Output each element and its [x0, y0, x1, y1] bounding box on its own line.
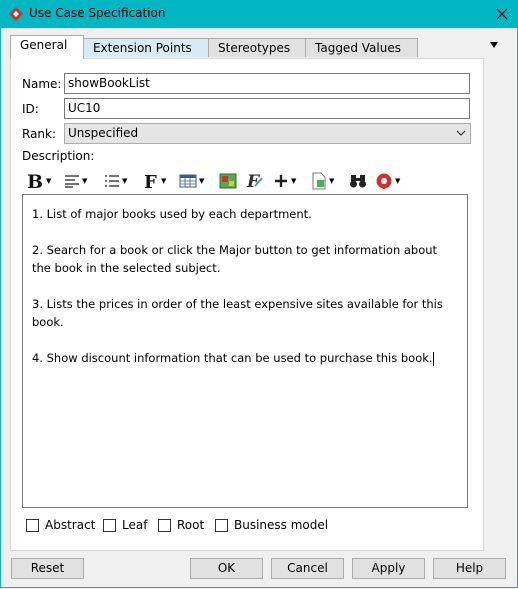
rank-select[interactable]: Unspecified [64, 123, 471, 144]
text-cursor [432, 351, 434, 366]
apply-button[interactable]: Apply [352, 558, 425, 579]
font-icon: F [144, 172, 157, 191]
business-model-label: Business model [234, 518, 329, 532]
image-button[interactable] [219, 170, 237, 192]
align-icon [65, 175, 79, 188]
tab-extension-points[interactable]: Extension Points [83, 38, 209, 57]
table-button[interactable]: ▼ [179, 170, 204, 192]
leaf-checkbox[interactable]: Leaf [103, 518, 147, 532]
image-icon [219, 173, 237, 189]
app-icon [9, 7, 23, 21]
description-label: Description: [22, 149, 95, 163]
root-checkbox[interactable]: Root [158, 518, 204, 532]
description-line: 4. Show discount information that can be… [32, 349, 458, 367]
chevron-down-icon [456, 130, 466, 136]
bold-button[interactable]: B ▼ [26, 170, 51, 192]
tab-general[interactable]: General [10, 35, 84, 59]
font-button[interactable]: F ▼ [143, 170, 166, 192]
description-line: 2. Search for a book or click the Major … [32, 243, 438, 275]
rank-label: Rank: [22, 127, 57, 141]
id-field[interactable]: UC10 [64, 98, 470, 119]
svg-text:F: F [144, 172, 157, 191]
window-title: Use Case Specification [29, 6, 166, 20]
chevron-down-icon [490, 42, 498, 48]
checkbox-box[interactable] [26, 518, 39, 532]
list-icon [105, 175, 119, 187]
find-button[interactable] [349, 170, 367, 192]
checkbox-box[interactable] [215, 518, 228, 532]
leaf-label: Leaf [122, 518, 148, 532]
abstract-checkbox[interactable]: Abstract [26, 518, 95, 532]
description-editor[interactable]: 1. List of major books used by each depa… [22, 194, 468, 508]
ok-button[interactable]: OK [190, 558, 263, 579]
description-line-text: 4. Show discount information that can be… [32, 351, 433, 365]
abstract-label: Abstract [45, 518, 96, 532]
tab-tagged-values[interactable]: Tagged Values [305, 38, 418, 57]
align-button[interactable]: ▼ [64, 170, 87, 192]
table-icon [179, 174, 197, 188]
insert-icon [275, 175, 287, 187]
checkbox-box[interactable] [158, 518, 171, 532]
spellcheck-button[interactable]: ▼ [375, 170, 400, 192]
tab-overflow-menu[interactable] [490, 40, 498, 51]
bold-icon: B [27, 171, 43, 191]
reset-button[interactable]: Reset [11, 558, 84, 579]
description-line: 1. List of major books used by each depa… [32, 207, 312, 221]
list-button[interactable]: ▼ [104, 170, 127, 192]
cancel-button[interactable]: Cancel [271, 558, 344, 579]
tab-stereotypes[interactable]: Stereotypes [208, 38, 306, 57]
close-button[interactable] [486, 0, 518, 28]
description-line: 3. Lists the prices in order of the leas… [32, 297, 443, 329]
checkbox-box[interactable] [103, 518, 116, 532]
document-button[interactable]: ▼ [311, 170, 334, 192]
formula-icon: F [246, 172, 263, 190]
root-label: Root [177, 518, 205, 532]
spellcheck-icon [376, 173, 392, 189]
help-button[interactable]: Help [433, 558, 506, 579]
business-model-checkbox[interactable]: Business model [215, 518, 328, 532]
name-label: Name: [22, 77, 62, 91]
id-label: ID: [22, 102, 39, 116]
rank-value: Unspecified [68, 126, 139, 140]
close-icon [496, 8, 508, 20]
title-bar: Use Case Specification [0, 0, 518, 28]
document-icon [312, 172, 326, 190]
name-field[interactable]: showBookList [64, 73, 470, 94]
find-icon [350, 175, 366, 188]
formula-button[interactable]: F [246, 170, 264, 192]
insert-button[interactable]: ▼ [273, 170, 296, 192]
svg-text:B: B [27, 171, 43, 191]
